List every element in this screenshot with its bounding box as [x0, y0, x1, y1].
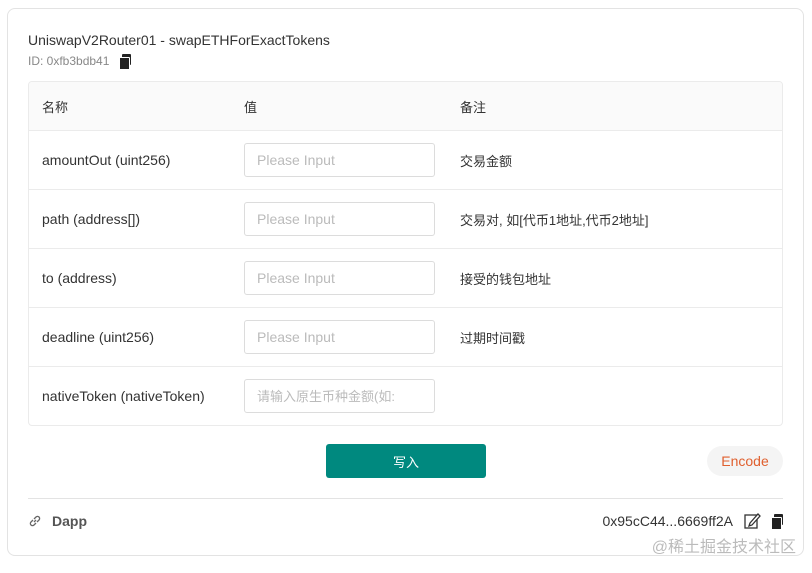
footer: Dapp 0x95cC44...6669ff2A: [28, 512, 783, 530]
dapp-label: Dapp: [52, 513, 87, 529]
method-title: UniswapV2Router01 - swapETHForExactToken…: [28, 32, 330, 48]
watermark: @稀土掘金技术社区: [651, 539, 796, 556]
header-name: 名称: [42, 99, 69, 115]
table-row: to (address) 接受的钱包地址: [29, 248, 782, 307]
header-value: 值: [244, 99, 258, 115]
param-name: nativeToken (nativeToken): [42, 388, 205, 404]
path-input[interactable]: [244, 202, 435, 236]
table-row: nativeToken (nativeToken): [29, 366, 782, 425]
copy-icon[interactable]: [119, 54, 132, 70]
contract-address: 0x95cC44...6669ff2A: [602, 513, 733, 529]
table-row: deadline (uint256) 过期时间戳: [29, 307, 782, 366]
header-note: 备注: [460, 99, 487, 115]
native-token-input[interactable]: [244, 379, 435, 413]
table-row: amountOut (uint256) 交易金额: [29, 130, 782, 189]
param-note: 接受的钱包地址: [460, 271, 552, 287]
param-note: 过期时间戳: [460, 330, 526, 346]
to-input[interactable]: [244, 261, 435, 295]
deadline-input[interactable]: [244, 320, 435, 354]
param-name: to (address): [42, 270, 117, 286]
param-name: amountOut (uint256): [42, 152, 171, 168]
param-note: 交易对, 如[代币1地址,代币2地址]: [460, 212, 649, 228]
encode-button[interactable]: Encode: [707, 446, 783, 476]
param-name: path (address[]): [42, 211, 141, 227]
contract-method-card: UniswapV2Router01 - swapETHForExactToken…: [7, 8, 804, 556]
param-name: deadline (uint256): [42, 329, 155, 345]
method-id: ID: 0xfb3bdb41: [28, 54, 110, 68]
divider: [28, 498, 783, 499]
edit-icon[interactable]: [743, 512, 761, 530]
copy-address-icon[interactable]: [771, 514, 783, 530]
write-button[interactable]: 写入: [326, 444, 486, 478]
link-icon: [29, 515, 41, 527]
params-table: 名称 值 备注 amountOut (uint256) 交易金额 path (a…: [28, 81, 783, 426]
amountout-input[interactable]: [244, 143, 435, 177]
table-header: 名称 值 备注: [29, 82, 782, 130]
table-row: path (address[]) 交易对, 如[代币1地址,代币2地址]: [29, 189, 782, 248]
param-note: 交易金额: [460, 153, 513, 169]
